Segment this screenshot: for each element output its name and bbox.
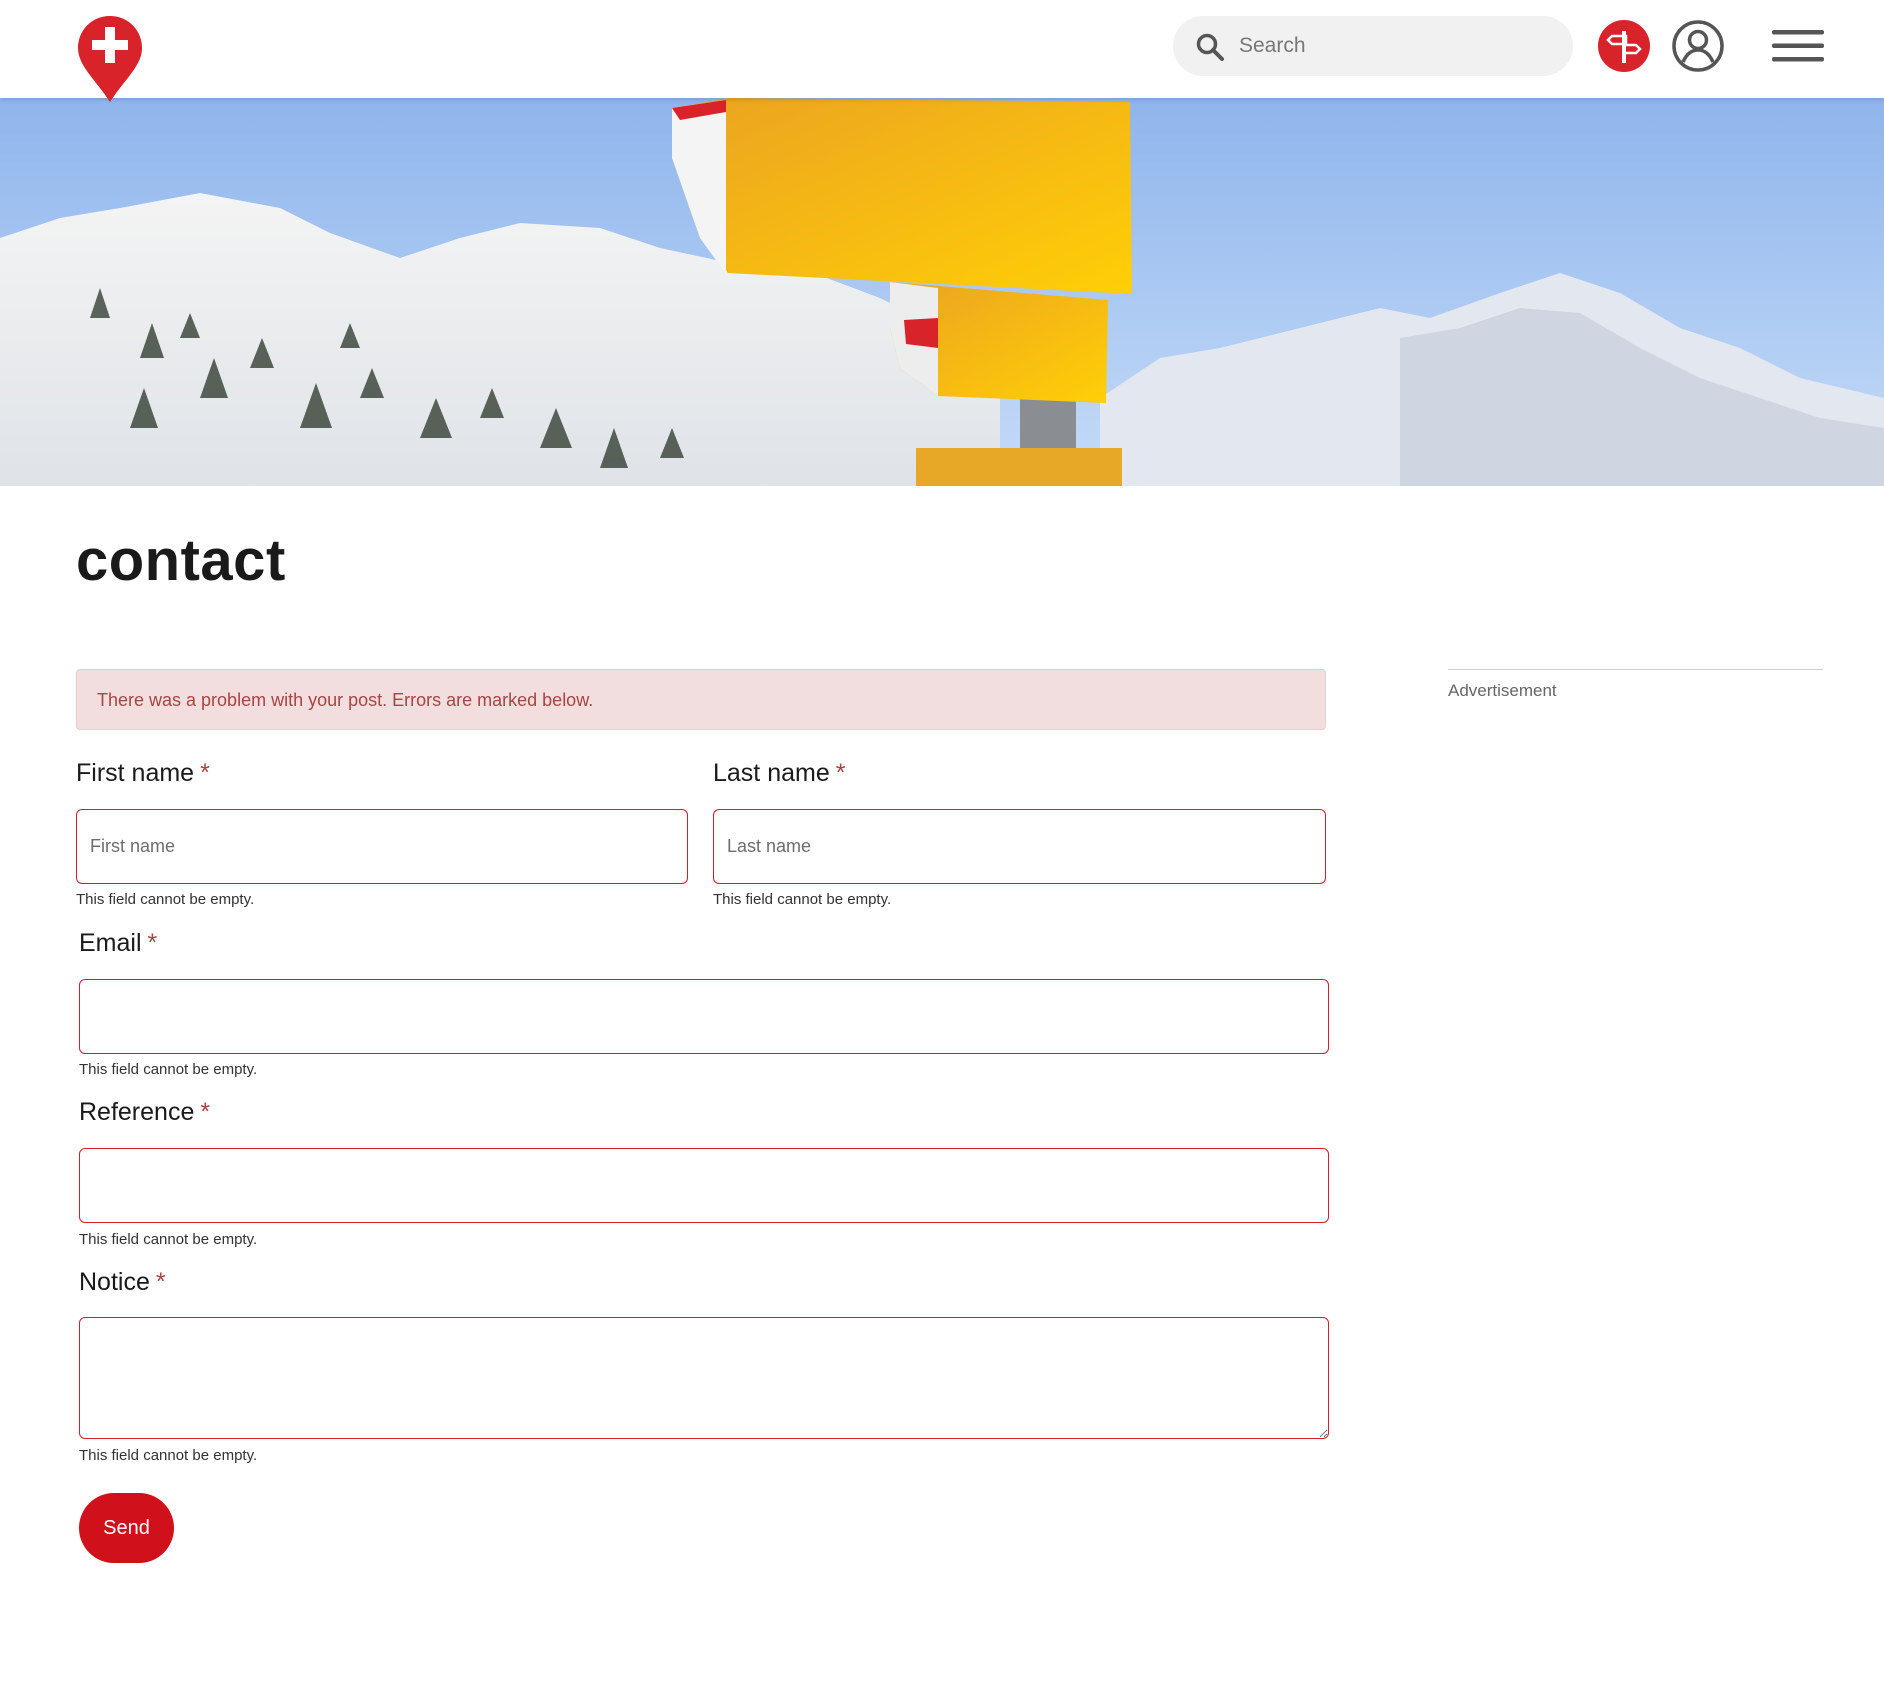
required-marker: * [155, 1268, 166, 1296]
hamburger-menu-icon[interactable] [1772, 28, 1824, 64]
search-icon[interactable] [1195, 32, 1225, 62]
email-label: Email * [79, 929, 158, 957]
reference-input[interactable] [79, 1148, 1329, 1223]
signpost-icon [1606, 31, 1642, 63]
required-marker: * [200, 1098, 211, 1126]
hero-image [0, 98, 1884, 486]
error-alert-message: There was a problem with your post. Erro… [97, 690, 594, 710]
required-marker: * [147, 929, 158, 957]
reference-label: Reference * [79, 1098, 211, 1126]
reference-error: This field cannot be empty. [79, 1231, 258, 1248]
first-name-input[interactable] [76, 809, 688, 884]
search-input[interactable] [1239, 16, 1559, 76]
required-marker: * [200, 759, 210, 787]
send-button[interactable]: Send [79, 1493, 174, 1563]
advertisement-divider [1448, 669, 1823, 670]
email-error: This field cannot be empty. [79, 1061, 258, 1078]
notice-error: This field cannot be empty. [79, 1447, 258, 1464]
error-alert: There was a problem with your post. Erro… [76, 669, 1326, 730]
page-title: contact [76, 528, 286, 593]
signpost-button[interactable] [1598, 20, 1650, 72]
user-account-icon[interactable] [1671, 19, 1725, 73]
notice-textarea[interactable] [79, 1317, 1329, 1439]
email-input[interactable] [79, 979, 1329, 1054]
first-name-label: First name * [76, 759, 210, 787]
swiss-pin-logo[interactable] [76, 14, 144, 104]
last-name-label: Last name * [713, 759, 846, 787]
last-name-error: This field cannot be empty. [713, 891, 892, 908]
notice-label: Notice * [79, 1268, 166, 1296]
required-marker: * [835, 759, 846, 787]
last-name-input[interactable] [713, 809, 1326, 884]
advertisement-label: Advertisement [1448, 681, 1557, 700]
site-header [0, 0, 1884, 102]
search-bar[interactable] [1173, 16, 1573, 76]
mountain-signpost-image [0, 98, 1884, 486]
first-name-error: This field cannot be empty. [76, 891, 255, 908]
